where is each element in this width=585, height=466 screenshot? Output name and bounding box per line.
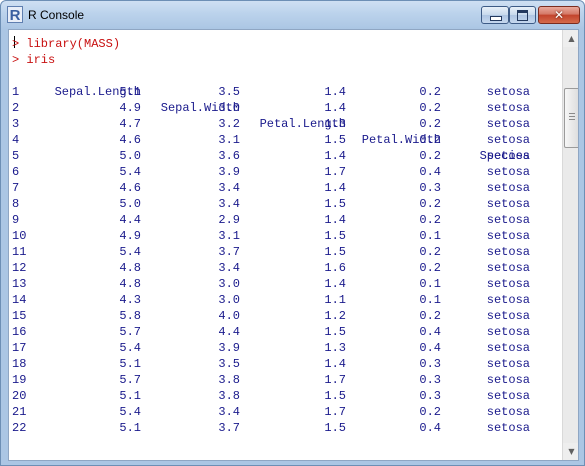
table-row: 7 4.6 3.4 1.4 0.3 setosa (12, 180, 552, 196)
table-row: 8 5.0 3.4 1.5 0.2 setosa (12, 196, 552, 212)
table-row: 21 5.4 3.4 1.7 0.2 setosa (12, 404, 552, 420)
table-header: Sepal.Length Sepal.Width Petal.Length Pe… (12, 68, 552, 163)
cell-species: setosa (486, 421, 530, 435)
minimize-icon (490, 16, 502, 21)
r-logo-icon: R (7, 6, 23, 23)
chevron-down-icon: ▼ (568, 447, 575, 456)
table-row: 6 5.4 3.9 1.7 0.4 setosa (12, 164, 552, 180)
cell-species: setosa (486, 197, 530, 211)
close-button[interactable]: ✕ (538, 6, 580, 24)
cell-species: setosa (486, 165, 530, 179)
scroll-down-button[interactable]: ▼ (563, 443, 578, 460)
scrollbar-thumb[interactable] (564, 87, 578, 148)
console-output[interactable]: > library(MASS) > iris Sepal.Length Sepa… (9, 30, 562, 460)
svg-text:R: R (10, 7, 21, 23)
table-row: 15 5.8 4.0 1.2 0.2 setosa (12, 308, 552, 324)
cell-species: setosa (486, 389, 530, 403)
table-row: 3 4.7 3.2 1.3 0.2 setosa (12, 116, 552, 132)
table-row: 18 5.1 3.5 1.4 0.3 setosa (12, 356, 552, 372)
cell-species: setosa (486, 133, 530, 147)
cell-species: setosa (486, 357, 530, 371)
cell-species: setosa (486, 149, 530, 163)
table-row: 5 5.0 3.6 1.4 0.2 setosa (12, 148, 552, 164)
cell-species: setosa (486, 245, 530, 259)
table-row: 22 5.1 3.7 1.5 0.4 setosa (12, 420, 552, 436)
cell-species: setosa (486, 213, 530, 227)
table-row: 4 4.6 3.1 1.5 0.2 setosa (12, 132, 552, 148)
command-line: > iris (12, 53, 56, 67)
table-row: 13 4.8 3.0 1.4 0.1 setosa (12, 276, 552, 292)
cell-species: setosa (486, 261, 530, 275)
window-title: R Console (28, 8, 85, 22)
cell-species: setosa (486, 277, 530, 291)
table-row: 16 5.7 4.4 1.5 0.4 setosa (12, 324, 552, 340)
table-row: 14 4.3 3.0 1.1 0.1 setosa (12, 292, 552, 308)
table-row: 9 4.4 2.9 1.4 0.2 setosa (12, 212, 552, 228)
cell-species: setosa (486, 117, 530, 131)
chevron-up-icon: ▲ (568, 34, 575, 43)
r-console-window: R R Console ✕ > library(MASS) > iris Sep… (0, 0, 585, 466)
command-line: > library(MASS) (12, 37, 121, 51)
minimize-button[interactable] (481, 6, 509, 24)
maximize-button[interactable] (509, 6, 536, 24)
cell-species: setosa (486, 373, 530, 387)
cell-species: setosa (486, 341, 530, 355)
cell-species: setosa (486, 229, 530, 243)
table-row: 10 4.9 3.1 1.5 0.1 setosa (12, 228, 552, 244)
table-row: 20 5.1 3.8 1.5 0.3 setosa (12, 388, 552, 404)
cell-species: setosa (486, 293, 530, 307)
console-client-area: > library(MASS) > iris Sepal.Length Sepa… (8, 29, 579, 461)
table-row: 11 5.4 3.7 1.5 0.2 setosa (12, 244, 552, 260)
cell-species: setosa (486, 181, 530, 195)
table-row: 19 5.7 3.8 1.7 0.3 setosa (12, 372, 552, 388)
close-icon: ✕ (553, 8, 565, 22)
table-row: 2 4.9 3.0 1.4 0.2 setosa (12, 100, 552, 116)
scroll-up-button[interactable]: ▲ (563, 30, 578, 47)
cell-species: setosa (486, 85, 530, 99)
table-row: 17 5.4 3.9 1.3 0.4 setosa (12, 340, 552, 356)
cell-species: setosa (486, 325, 530, 339)
cell-species: setosa (486, 405, 530, 419)
maximize-icon (517, 10, 528, 21)
title-bar[interactable]: R R Console ✕ (1, 1, 584, 29)
grip-icon (569, 112, 575, 121)
cell-species: setosa (486, 309, 530, 323)
cell-species: setosa (486, 101, 530, 115)
table-row: 1 5.1 3.5 1.4 0.2 setosa (12, 84, 552, 100)
vertical-scrollbar[interactable]: ▲ ▼ (562, 30, 578, 460)
table-row: 12 4.8 3.4 1.6 0.2 setosa (12, 260, 552, 276)
